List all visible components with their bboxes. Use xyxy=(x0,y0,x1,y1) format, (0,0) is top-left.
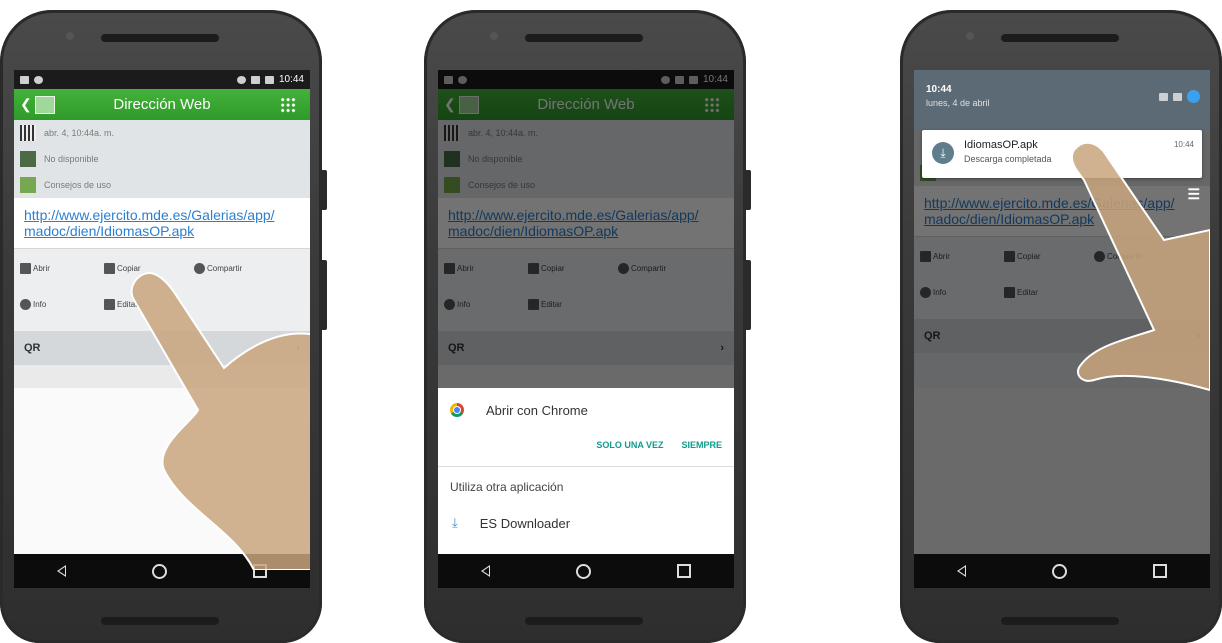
es-downloader-option[interactable]: ⤓ ES Downloader xyxy=(438,507,734,539)
url-link[interactable]: http://www.ejercito.mde.es/Galerias/app/… xyxy=(14,198,310,248)
screen-3: Consejos de uso http://www.ejercito.mde.… xyxy=(914,70,1210,588)
phone-frame-2: 10:44 ❮ Dirección Web abr. 4, 10:44a. m.… xyxy=(424,10,751,643)
chooser-buttons: SOLO UNA VEZ SIEMPRE xyxy=(438,432,734,466)
other-app-label: Utiliza otra aplicación xyxy=(450,480,564,494)
volume-button xyxy=(746,260,751,330)
scan-date: abr. 4, 10:44a. m. xyxy=(44,128,115,138)
map-icon xyxy=(20,151,36,167)
notification-subtitle: Descarga completada xyxy=(964,154,1052,164)
nav-recents-icon[interactable] xyxy=(1153,564,1167,578)
app-title: Dirección Web xyxy=(113,96,211,113)
bottom-speaker xyxy=(525,617,643,625)
tap-hand-illustration xyxy=(130,272,310,570)
bottom-speaker xyxy=(101,617,219,625)
signal-icon xyxy=(250,75,260,84)
nav-back-icon[interactable] xyxy=(57,565,66,577)
screen-1: 10:44 ❮ Dirección Web abr. 4, 10:44a. m.… xyxy=(14,70,310,588)
android-icon xyxy=(34,75,43,84)
notification-shade-header: 10:44 lunes, 4 de abril xyxy=(914,70,1210,130)
status-time: 10:44 xyxy=(278,74,304,85)
info-button[interactable]: Info xyxy=(20,299,46,310)
qr-icon xyxy=(20,125,36,141)
screen-2: 10:44 ❮ Dirección Web abr. 4, 10:44a. m.… xyxy=(438,70,734,588)
just-once-button[interactable]: SOLO UNA VEZ xyxy=(596,440,663,466)
front-camera xyxy=(66,32,74,40)
always-button[interactable]: SIEMPRE xyxy=(681,440,722,466)
swipe-hand-illustration xyxy=(1070,141,1210,392)
chrome-option[interactable]: Abrir con Chrome xyxy=(438,388,734,432)
shade-time: 10:44 xyxy=(926,84,952,95)
nav-home-icon[interactable] xyxy=(1052,563,1067,579)
nav-bar xyxy=(438,554,734,588)
front-camera xyxy=(966,32,974,40)
download-icon: ⤓ xyxy=(452,515,458,530)
edit-icon xyxy=(104,299,115,310)
location-row: No disponible xyxy=(14,146,310,172)
earpiece-speaker xyxy=(525,34,643,42)
nav-back-icon[interactable] xyxy=(957,565,966,577)
power-button xyxy=(322,170,327,210)
chrome-icon xyxy=(450,403,464,417)
status-bar: 10:44 xyxy=(14,70,310,89)
battery-icon xyxy=(264,75,274,84)
notification-title: IdiomasOP.apk xyxy=(964,139,1038,151)
bottom-speaker xyxy=(1001,617,1119,625)
battery-icon xyxy=(1173,92,1182,101)
open-label: Abrir xyxy=(33,264,50,273)
shade-date: lunes, 4 de abril xyxy=(926,98,990,108)
info-icon xyxy=(20,299,31,310)
open-button[interactable]: Abrir xyxy=(20,263,50,274)
dim-overlay[interactable] xyxy=(438,70,734,388)
tips-icon xyxy=(20,177,36,193)
app-chooser-sheet: Abrir con Chrome SOLO UNA VEZ SIEMPRE Ut… xyxy=(438,388,734,554)
alarm-icon xyxy=(236,75,246,84)
earpiece-speaker xyxy=(101,34,219,42)
url-line-2: madoc/dien/IdiomasOP.apk xyxy=(24,223,195,239)
info-label: Info xyxy=(33,300,47,309)
nav-recents-icon[interactable] xyxy=(677,564,691,578)
url-line-1: http://www.ejercito.mde.es/Galerias/app/ xyxy=(24,207,275,223)
scan-date-row: abr. 4, 10:44a. m. xyxy=(14,120,310,146)
nav-home-icon[interactable] xyxy=(576,563,591,579)
grid-menu-icon[interactable] xyxy=(280,97,296,113)
es-downloader-label: ES Downloader xyxy=(479,515,571,531)
volume-button xyxy=(322,260,327,330)
app-bar: ❮ Dirección Web xyxy=(14,89,310,120)
earpiece-speaker xyxy=(1001,34,1119,42)
tips-text: Consejos de uso xyxy=(44,180,112,190)
wifi-icon xyxy=(20,75,29,84)
power-button xyxy=(746,170,751,210)
phone-frame-3: Consejos de uso http://www.ejercito.mde.… xyxy=(900,10,1222,643)
nav-bar xyxy=(914,554,1210,588)
download-complete-icon: ⤓ xyxy=(932,142,954,164)
open-with-chrome-label: Abrir con Chrome xyxy=(486,402,588,418)
copy-icon xyxy=(104,263,115,274)
scan-details: abr. 4, 10:44a. m. No disponible Consejo… xyxy=(14,120,310,198)
tips-row[interactable]: Consejos de uso xyxy=(14,172,310,198)
phone-frame-1: 10:44 ❮ Dirección Web abr. 4, 10:44a. m.… xyxy=(0,10,327,643)
qr-label: QR xyxy=(24,342,41,354)
location-text: No disponible xyxy=(44,154,99,164)
nav-back-icon[interactable] xyxy=(481,565,490,577)
account-icon[interactable] xyxy=(1187,90,1200,103)
signal-icon xyxy=(1159,92,1168,101)
open-icon xyxy=(20,263,31,274)
front-camera xyxy=(490,32,498,40)
